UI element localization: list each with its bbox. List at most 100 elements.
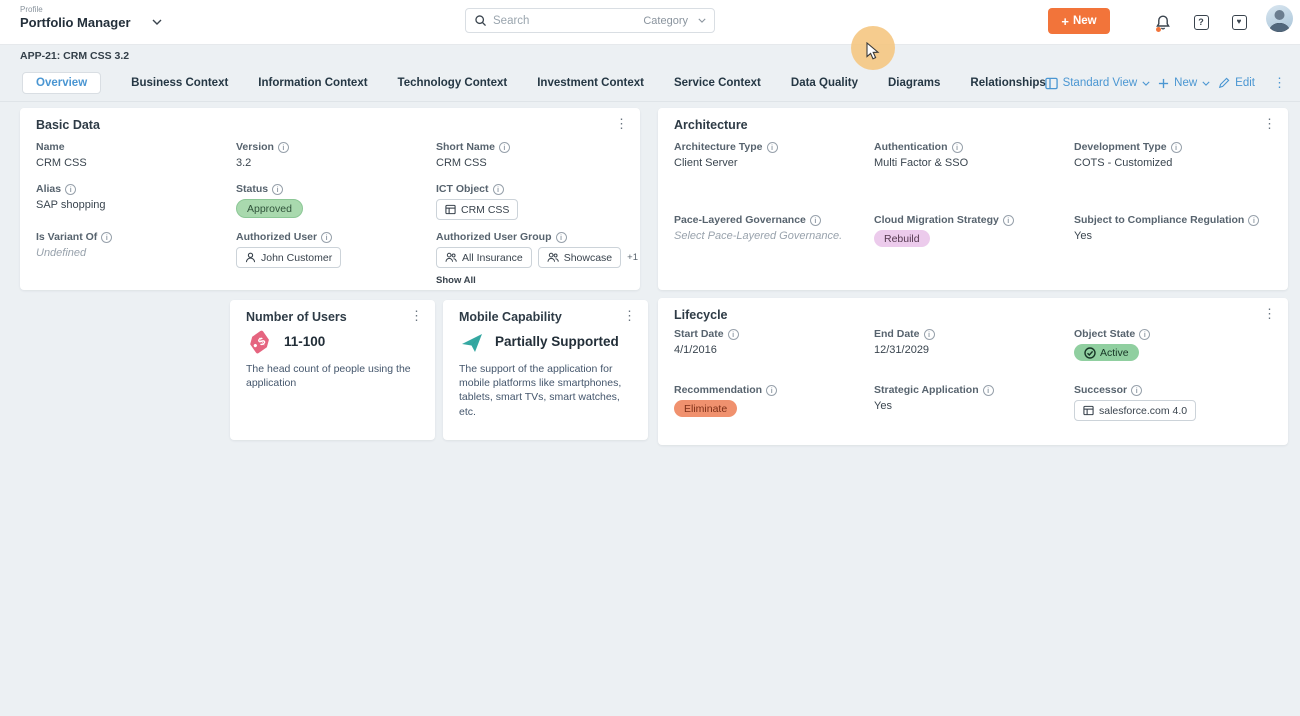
tab-data-quality[interactable]: Data Quality: [791, 77, 858, 89]
search-input[interactable]: Search: [493, 15, 637, 27]
eliminate-badge: Eliminate: [674, 400, 737, 417]
field-recommendation: Recommendation i Eliminate: [674, 384, 870, 417]
layout-icon: [1045, 77, 1058, 90]
ict-object-chip[interactable]: CRM CSS: [436, 199, 518, 220]
field-ict-object: ICT Objecti CRM CSS: [436, 183, 632, 220]
info-icon[interactable]: i: [278, 142, 289, 153]
field-label: Alias: [36, 183, 61, 195]
edit-label: Edit: [1235, 77, 1255, 89]
field-value: Multi Factor & SSO: [874, 157, 1070, 169]
info-icon[interactable]: i: [321, 232, 332, 243]
user-group-chip[interactable]: Showcase: [538, 247, 621, 268]
question-glyph: ?: [1198, 18, 1204, 27]
field-value: CRM CSS: [36, 157, 232, 169]
info-icon[interactable]: i: [924, 329, 935, 340]
tab-information-context[interactable]: Information Context: [258, 77, 367, 89]
status-badge: Approved: [236, 199, 303, 218]
category-dropdown[interactable]: Category: [643, 15, 688, 27]
kebab-menu-icon[interactable]: ⋮: [406, 308, 427, 324]
field-status: Statusi Approved: [236, 183, 432, 218]
status-badge-label: Approved: [247, 203, 292, 215]
info-icon[interactable]: i: [1003, 215, 1014, 226]
plus-icon: [1158, 78, 1169, 89]
notifications-bell-icon[interactable]: [1152, 11, 1174, 33]
successor-chip[interactable]: salesforce.com 4.0: [1074, 400, 1196, 421]
profile-selector[interactable]: Profile Portfolio Manager: [20, 5, 131, 30]
view-toolbar: Standard View New Edit ⋮: [1045, 75, 1290, 91]
card-architecture: Architecture ⋮ Architecture Typei Client…: [658, 108, 1288, 290]
user-group-chip[interactable]: All Insurance: [436, 247, 532, 268]
info-icon[interactable]: i: [65, 184, 76, 195]
kpi-description: The support of the application for mobil…: [459, 362, 634, 419]
field-label: Recommendation: [674, 384, 762, 396]
tab-relationships[interactable]: Relationships: [970, 77, 1045, 89]
active-state-badge: Active: [1074, 344, 1139, 361]
kebab-menu-icon[interactable]: ⋮: [619, 308, 640, 324]
field-label: Pace-Layered Governance: [674, 214, 806, 226]
card-title: Basic Data: [36, 118, 100, 132]
kebab-menu-icon[interactable]: ⋮: [1259, 306, 1280, 322]
field-development-type: Development Typei COTS - Customized: [1074, 141, 1270, 169]
info-icon[interactable]: i: [493, 184, 504, 195]
field-label: Is Variant Of: [36, 231, 97, 243]
authorized-user-chip[interactable]: John Customer: [236, 247, 341, 268]
active-state-label: Active: [1100, 347, 1129, 359]
info-icon[interactable]: i: [810, 215, 821, 226]
field-label: Cloud Migration Strategy: [874, 214, 999, 226]
info-icon[interactable]: i: [556, 232, 567, 243]
info-icon[interactable]: i: [272, 184, 283, 195]
kebab-menu-icon[interactable]: ⋮: [611, 116, 632, 132]
info-icon[interactable]: i: [1131, 385, 1142, 396]
show-all-link[interactable]: Show All: [436, 275, 636, 286]
toolbar-kebab-icon[interactable]: ⋮: [1269, 75, 1290, 91]
standard-view-label: Standard View: [1063, 77, 1138, 89]
more-count[interactable]: +1: [627, 252, 638, 263]
search-bar[interactable]: Search Category: [465, 8, 715, 33]
notification-dot: [1156, 27, 1161, 32]
card-title: Number of Users: [246, 310, 347, 324]
tab-investment-context[interactable]: Investment Context: [537, 77, 644, 89]
standard-view-selector[interactable]: Standard View: [1045, 77, 1151, 90]
field-label: Object State: [1074, 328, 1135, 340]
help-icon[interactable]: ?: [1190, 11, 1212, 33]
chip-label: All Insurance: [462, 252, 523, 264]
info-icon[interactable]: i: [766, 385, 777, 396]
kebab-menu-icon[interactable]: ⋮: [1259, 116, 1280, 132]
toolbar-new-button[interactable]: New: [1158, 77, 1210, 89]
price-tag-icon: $: [245, 329, 273, 357]
chevron-down-icon[interactable]: [152, 19, 162, 25]
paper-plane-icon: [460, 331, 484, 355]
field-label: Architecture Type: [674, 141, 763, 153]
profile-label: Profile: [20, 5, 131, 14]
field-authentication: Authenticationi Multi Factor & SSO: [874, 141, 1070, 169]
chip-label: CRM CSS: [461, 204, 509, 216]
new-button[interactable]: + New: [1048, 8, 1110, 34]
tab-technology-context[interactable]: Technology Context: [398, 77, 508, 89]
field-value: CRM CSS: [436, 157, 632, 169]
tab-business-context[interactable]: Business Context: [131, 77, 228, 89]
info-icon[interactable]: i: [983, 385, 994, 396]
field-value: SAP shopping: [36, 199, 232, 211]
edit-button[interactable]: Edit: [1218, 77, 1255, 89]
tab-service-context[interactable]: Service Context: [674, 77, 761, 89]
info-icon[interactable]: i: [499, 142, 510, 153]
info-icon[interactable]: i: [728, 329, 739, 340]
field-placeholder[interactable]: Select Pace-Layered Governance.: [674, 230, 870, 242]
tab-overview[interactable]: Overview: [22, 72, 101, 94]
card-mobile-capability: Mobile Capability ⋮ Partially Supported …: [443, 300, 648, 440]
info-icon[interactable]: i: [767, 142, 778, 153]
user-avatar[interactable]: [1266, 5, 1293, 32]
info-icon[interactable]: i: [1139, 329, 1150, 340]
info-icon[interactable]: i: [1248, 215, 1259, 226]
tab-diagrams[interactable]: Diagrams: [888, 77, 940, 89]
info-icon[interactable]: i: [101, 232, 112, 243]
field-label: Name: [36, 141, 65, 153]
chevron-down-icon[interactable]: [698, 18, 706, 23]
field-label: Authorized User Group: [436, 231, 552, 243]
toolbar-new-label: New: [1174, 77, 1197, 89]
new-button-label: New: [1073, 15, 1097, 27]
card-lifecycle: Lifecycle ⋮ Start Datei 4/1/2016 End Dat…: [658, 298, 1288, 445]
info-icon[interactable]: i: [1171, 142, 1182, 153]
info-icon[interactable]: i: [952, 142, 963, 153]
favorites-icon[interactable]: ♥: [1228, 11, 1250, 33]
